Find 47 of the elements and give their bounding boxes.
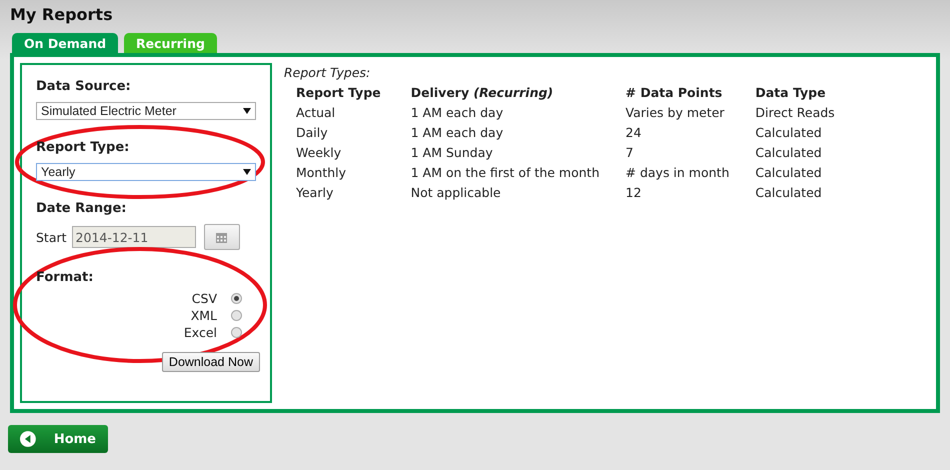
table-cell-text: 24 [624,124,642,142]
table-cell-text: Yearly [295,184,334,202]
page-title: My Reports [10,5,114,26]
table-caption: Report Types: [284,65,372,80]
table-cell-text: Varies by meter [624,104,726,122]
table-cell-text: 1 AM on the first of the month [410,164,600,182]
column-header: Report Type [295,84,382,102]
radio-button[interactable] [231,310,242,321]
column-header: Data Type [754,84,827,102]
field-label: Date Range: [36,201,128,216]
home-button[interactable]: Home [8,425,108,453]
caret-icon [243,108,251,114]
table-cell-text: 1 AM Sunday [410,144,494,162]
download-button[interactable]: Download Now [162,352,260,372]
report-type-dropdown[interactable]: Yearly [36,163,256,181]
calendar-button[interactable] [204,224,240,250]
field-label: Format: [36,270,94,285]
table-cell-text: 12 [624,184,642,202]
table-cell-text: Daily [295,124,329,142]
table-cell-text: 7 [624,144,634,162]
data-source-dropdown[interactable]: Simulated Electric Meter [36,102,256,120]
table-cell-text: Weekly [295,144,342,162]
table-cell-text: Monthly [295,164,348,182]
radio-button[interactable] [231,327,242,338]
table-cell-text: 1 AM each day [410,104,504,122]
format-option-label: Excel [184,325,217,340]
format-option-label: XML [190,308,217,323]
table-cell-text: Calculated [754,164,823,182]
table-cell-text: # days in month [624,164,730,182]
table-cell-text: Calculated [754,184,823,202]
back-icon [20,431,36,447]
calendar-icon [216,232,228,242]
table-cell-text: Not applicable [410,184,502,202]
caret-icon [243,169,251,175]
start-label: Start [36,230,67,244]
format-option-label: CSV [192,291,217,306]
field-label: Report Type: [36,140,130,155]
table-cell-text: 1 AM each day [410,124,504,142]
radio-button[interactable] [231,293,242,304]
column-header: Delivery (Recurring) [410,84,554,102]
field-label: Data Source: [36,79,132,94]
table-cell-text: Direct Reads [754,104,836,122]
table-cell-text: Calculated [754,144,823,162]
column-header: # Data Points [624,84,724,102]
table-cell-text: Actual [295,104,336,122]
tab[interactable]: On Demand [12,33,118,53]
table-cell-text: Calculated [754,124,823,142]
